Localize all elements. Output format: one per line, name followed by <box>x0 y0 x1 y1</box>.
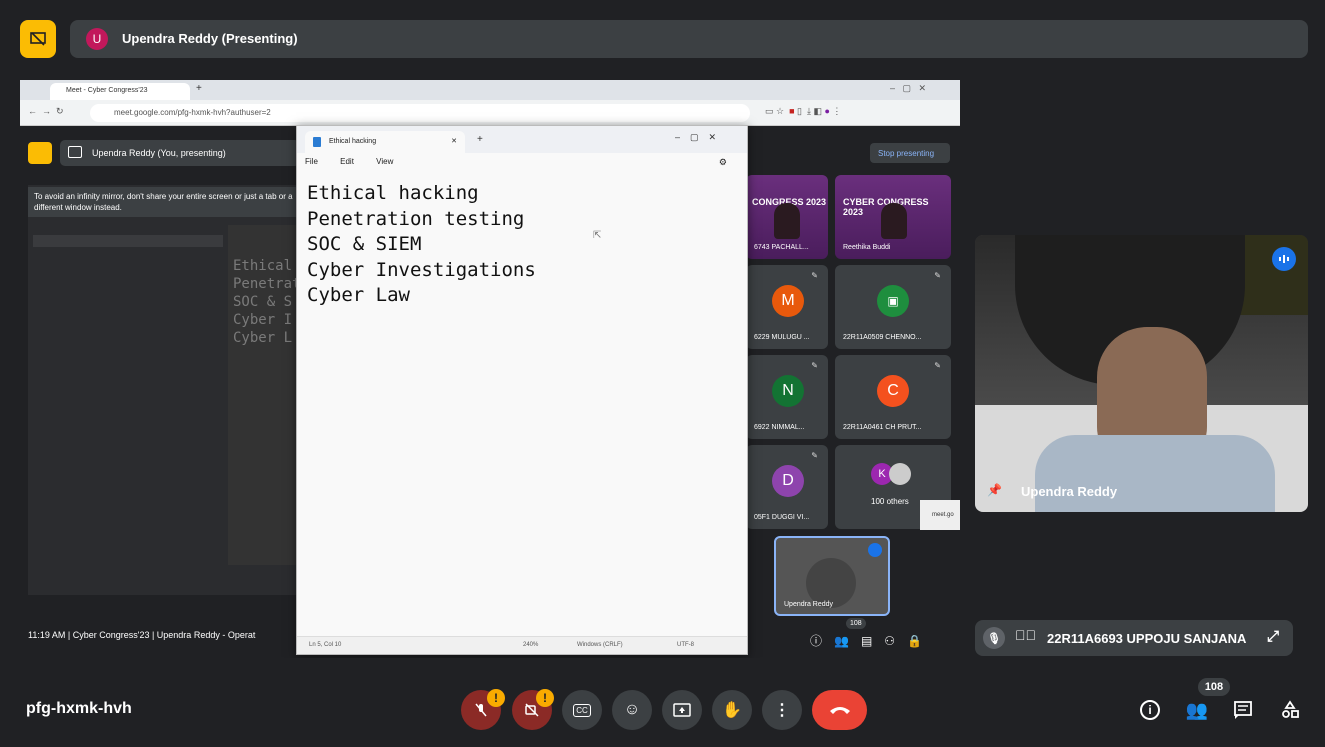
menu-view: View <box>376 157 394 166</box>
screen-share-icon <box>68 146 82 158</box>
speaking-indicator-icon <box>1272 247 1296 271</box>
participant-tile: ✎ N 6922 NIMMAL... <box>746 355 828 439</box>
window-controls: – ▢ ✕ <box>890 83 927 93</box>
more-vert-icon: ⋮ <box>774 702 790 719</box>
camera-off-icon: ▷⃠ <box>1015 627 1036 643</box>
cursor-icon: ⇱ <box>593 230 602 241</box>
participant-tile: ✎ ▣ 22R11A0509 CHENNO... <box>835 265 951 349</box>
note-line: Cyber Investigations <box>307 258 536 281</box>
note-line: Cyber Law <box>307 284 410 306</box>
presenter-avatar: U <box>86 28 108 50</box>
new-tab-icon: + <box>477 134 483 145</box>
mic-off-icon: ✎ <box>811 361 818 370</box>
notepad-content: Ethical hacking Penetration testing SOC … <box>307 181 536 309</box>
participant-tile: ✎ M 6229 MULUGU ... <box>746 265 828 349</box>
notepad-menu: File Edit View ⚙ <box>297 153 747 171</box>
presentation-icon[interactable] <box>20 20 56 58</box>
inner-participant-count: 108 <box>846 618 866 629</box>
self-view-bar[interactable]: 🎙 ▷⃠ 22R11A6693 UPPOJU SANJANA ⤢ <box>975 620 1293 656</box>
inner-presentation-icon <box>28 142 52 164</box>
notepad-tab: Ethical hacking ✕ <box>305 131 465 153</box>
info-icon: i <box>1140 700 1160 720</box>
chat-button[interactable] <box>1228 695 1258 725</box>
popup-fragment: meet.go <box>920 500 960 530</box>
self-view-name: 22R11A6693 UPPOJU SANJANA <box>1047 631 1247 646</box>
window-controls: –▢✕ <box>675 132 727 142</box>
hang-up-icon <box>829 707 850 714</box>
warning-icon: ! <box>536 689 554 707</box>
new-tab-icon: + <box>196 83 202 94</box>
notepad-icon <box>313 137 321 147</box>
present-button[interactable] <box>662 690 702 730</box>
settings-icon: ⚙ <box>718 157 727 167</box>
mic-off-icon: ✎ <box>934 271 941 280</box>
chat-icon <box>1234 701 1252 719</box>
note-line: Penetration testing <box>307 207 525 230</box>
hand-icon: ✋ <box>722 702 742 719</box>
expand-icon[interactable]: ⤢ <box>1267 628 1279 645</box>
people-button[interactable]: 👥 <box>1182 695 1212 725</box>
note-line: Ethical hacking <box>307 182 479 204</box>
inner-self-tile: Upendra Reddy <box>774 536 890 616</box>
mic-off-icon: ✎ <box>811 451 818 460</box>
notepad-window: Ethical hacking ✕ + –▢✕ File Edit View ⚙… <box>296 125 748 655</box>
participant-tile: CYBER CONGRESS 2023 Reethika Buddi <box>835 175 951 259</box>
mirror-ghost-text: Ethical Penetrat SOC & S Cyber I Cyber L <box>233 258 301 346</box>
stop-presenting-button: Stop presenting <box>870 143 950 163</box>
emoji-button[interactable]: ☺ <box>612 690 652 730</box>
end-call-button[interactable] <box>812 690 867 730</box>
people-icon: 👥 <box>1185 699 1209 720</box>
shared-screen: Meet - Cyber Congress'23 + – ▢ ✕ ← → ↻ m… <box>20 80 960 658</box>
presenter-label: Upendra Reddy (Presenting) <box>122 31 298 46</box>
browser-extension-icons: ▭ ☆ ■ ▯ ⤓ ◧ ● ⋮ <box>765 106 842 116</box>
speaker-tile[interactable]: 📌 Upendra Reddy <box>975 235 1308 512</box>
browser-toolbar: ← → ↻ meet.google.com/pfg-hxmk-hvh?authu… <box>20 100 960 126</box>
notepad-titlebar: Ethical hacking ✕ + –▢✕ <box>297 126 747 153</box>
participant-tile: CONGRESS 2023 6743 PACHALL... <box>746 175 828 259</box>
browser-tab-strip: Meet - Cyber Congress'23 + – ▢ ✕ <box>20 80 960 100</box>
captions-icon: CC <box>573 703 591 717</box>
inner-presenting-bar: Upendra Reddy (You, presenting) <box>60 140 300 166</box>
speaker-name: Upendra Reddy <box>1021 484 1118 499</box>
present-screen-icon <box>673 703 691 717</box>
mic-off-icon: 🎙 <box>983 627 1005 649</box>
activities-button[interactable] <box>1275 695 1305 725</box>
address-bar: meet.google.com/pfg-hxmk-hvh?authuser=2 <box>90 104 750 122</box>
participant-tile: ✎ C 22R11A0461 CH PRUT... <box>835 355 951 439</box>
meeting-code: pfg-hxmk-hvh <box>26 700 132 717</box>
nav-arrows-icon: ← → ↻ <box>28 106 64 116</box>
note-line: SOC & SIEM <box>307 233 422 255</box>
infinity-mirror-warning: To avoid an infinity mirror, don't share… <box>28 187 328 217</box>
inner-tools-icons: ⓘ👥▤⚇🔒 <box>810 634 934 648</box>
pin-icon: 📌 <box>987 483 1002 497</box>
more-options-button[interactable]: ⋮ <box>762 690 802 730</box>
warning-icon: ! <box>487 689 505 707</box>
emoji-icon: ☺ <box>623 701 641 718</box>
activities-icon <box>1282 700 1299 718</box>
inner-meeting-info: 11:19 AM | Cyber Congress'23 | Upendra R… <box>28 630 256 640</box>
mic-off-icon: ✎ <box>811 271 818 280</box>
menu-file: File <box>305 157 318 166</box>
notepad-statusbar: Ln 5, Col 10 240% Windows (CRLF) UTF-8 <box>297 636 747 654</box>
captions-button[interactable]: CC <box>562 690 602 730</box>
menu-edit: Edit <box>340 157 354 166</box>
mic-off-icon: ✎ <box>934 361 941 370</box>
presenter-bar: U Upendra Reddy (Presenting) <box>70 20 1308 58</box>
raise-hand-button[interactable]: ✋ <box>712 690 752 730</box>
participant-tile: ✎ D 05F1 DUGGI VI... <box>746 445 828 529</box>
participant-count-badge: 108 <box>1198 678 1230 696</box>
meeting-info-button[interactable]: i <box>1135 695 1165 725</box>
avatar: ▣ <box>877 285 909 317</box>
browser-tab: Meet - Cyber Congress'23 <box>50 83 190 100</box>
